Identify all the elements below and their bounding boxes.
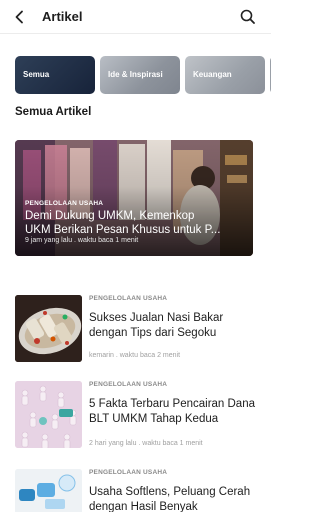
article-meta: 2 hari yang lalu . waktu baca 1 menit	[89, 440, 203, 447]
article-category: PENGELOLAAN USAHA	[89, 381, 168, 388]
category-tabs: Semua Ide & Inspirasi Keuangan	[15, 56, 271, 94]
back-button[interactable]	[10, 7, 30, 27]
article-thumbnail	[15, 381, 82, 448]
article-category: PENGELOLAAN USAHA	[89, 295, 168, 302]
article-title-line: Demi Dukung UMKM, Kemenkop	[25, 210, 195, 222]
tab-label: Semua	[23, 70, 50, 79]
search-icon	[240, 9, 255, 24]
article-thumbnail	[15, 469, 82, 512]
article-list-item[interactable]: PENGELOLAAN USAHA Usaha Softlens, Peluan…	[15, 469, 260, 512]
article-list-item[interactable]: PENGELOLAAN USAHA 5 Fakta Terbaru Pencai…	[15, 381, 260, 449]
page-title: Artikel	[42, 9, 83, 24]
article-list-item[interactable]: PENGELOLAAN USAHA Sukses Jualan Nasi Bak…	[15, 295, 260, 363]
article-title: 5 Fakta Terbaru Pencairan Dana BLT UMKM …	[89, 398, 255, 425]
tab-next-partial[interactable]	[270, 56, 271, 94]
article-meta: kemarin . waktu baca 2 menit	[89, 352, 181, 359]
article-meta: 9 jam yang lalu . waktu baca 1 menit	[25, 237, 139, 244]
tab-label: Keuangan	[193, 70, 232, 79]
featured-article-card[interactable]: PENGELOLAAN USAHA Demi Dukung UMKM, Keme…	[15, 140, 253, 256]
app-header: Artikel	[0, 0, 271, 34]
tab-label: Ide & Inspirasi	[108, 70, 163, 79]
section-title: Semua Artikel	[15, 106, 92, 118]
article-category: PENGELOLAAN USAHA	[25, 200, 104, 207]
tab-keuangan[interactable]: Keuangan	[185, 56, 265, 94]
arrow-left-icon	[15, 10, 23, 24]
tab-semua[interactable]: Semua	[15, 56, 95, 94]
article-title-line: UKM Berikan Pesan Khusus untuk P...	[25, 224, 221, 236]
search-button[interactable]	[238, 7, 258, 27]
tab-ide-inspirasi[interactable]: Ide & Inspirasi	[100, 56, 180, 94]
article-thumbnail	[15, 295, 82, 362]
article-title: Sukses Jualan Nasi Bakar dengan Tips dar…	[89, 312, 224, 339]
article-title: Demi Dukung UMKM, Kemenkop UKM Berikan P…	[25, 209, 251, 237]
article-category: PENGELOLAAN USAHA	[89, 469, 168, 476]
article-title: Usaha Softlens, Peluang Cerah dengan Has…	[89, 486, 251, 512]
